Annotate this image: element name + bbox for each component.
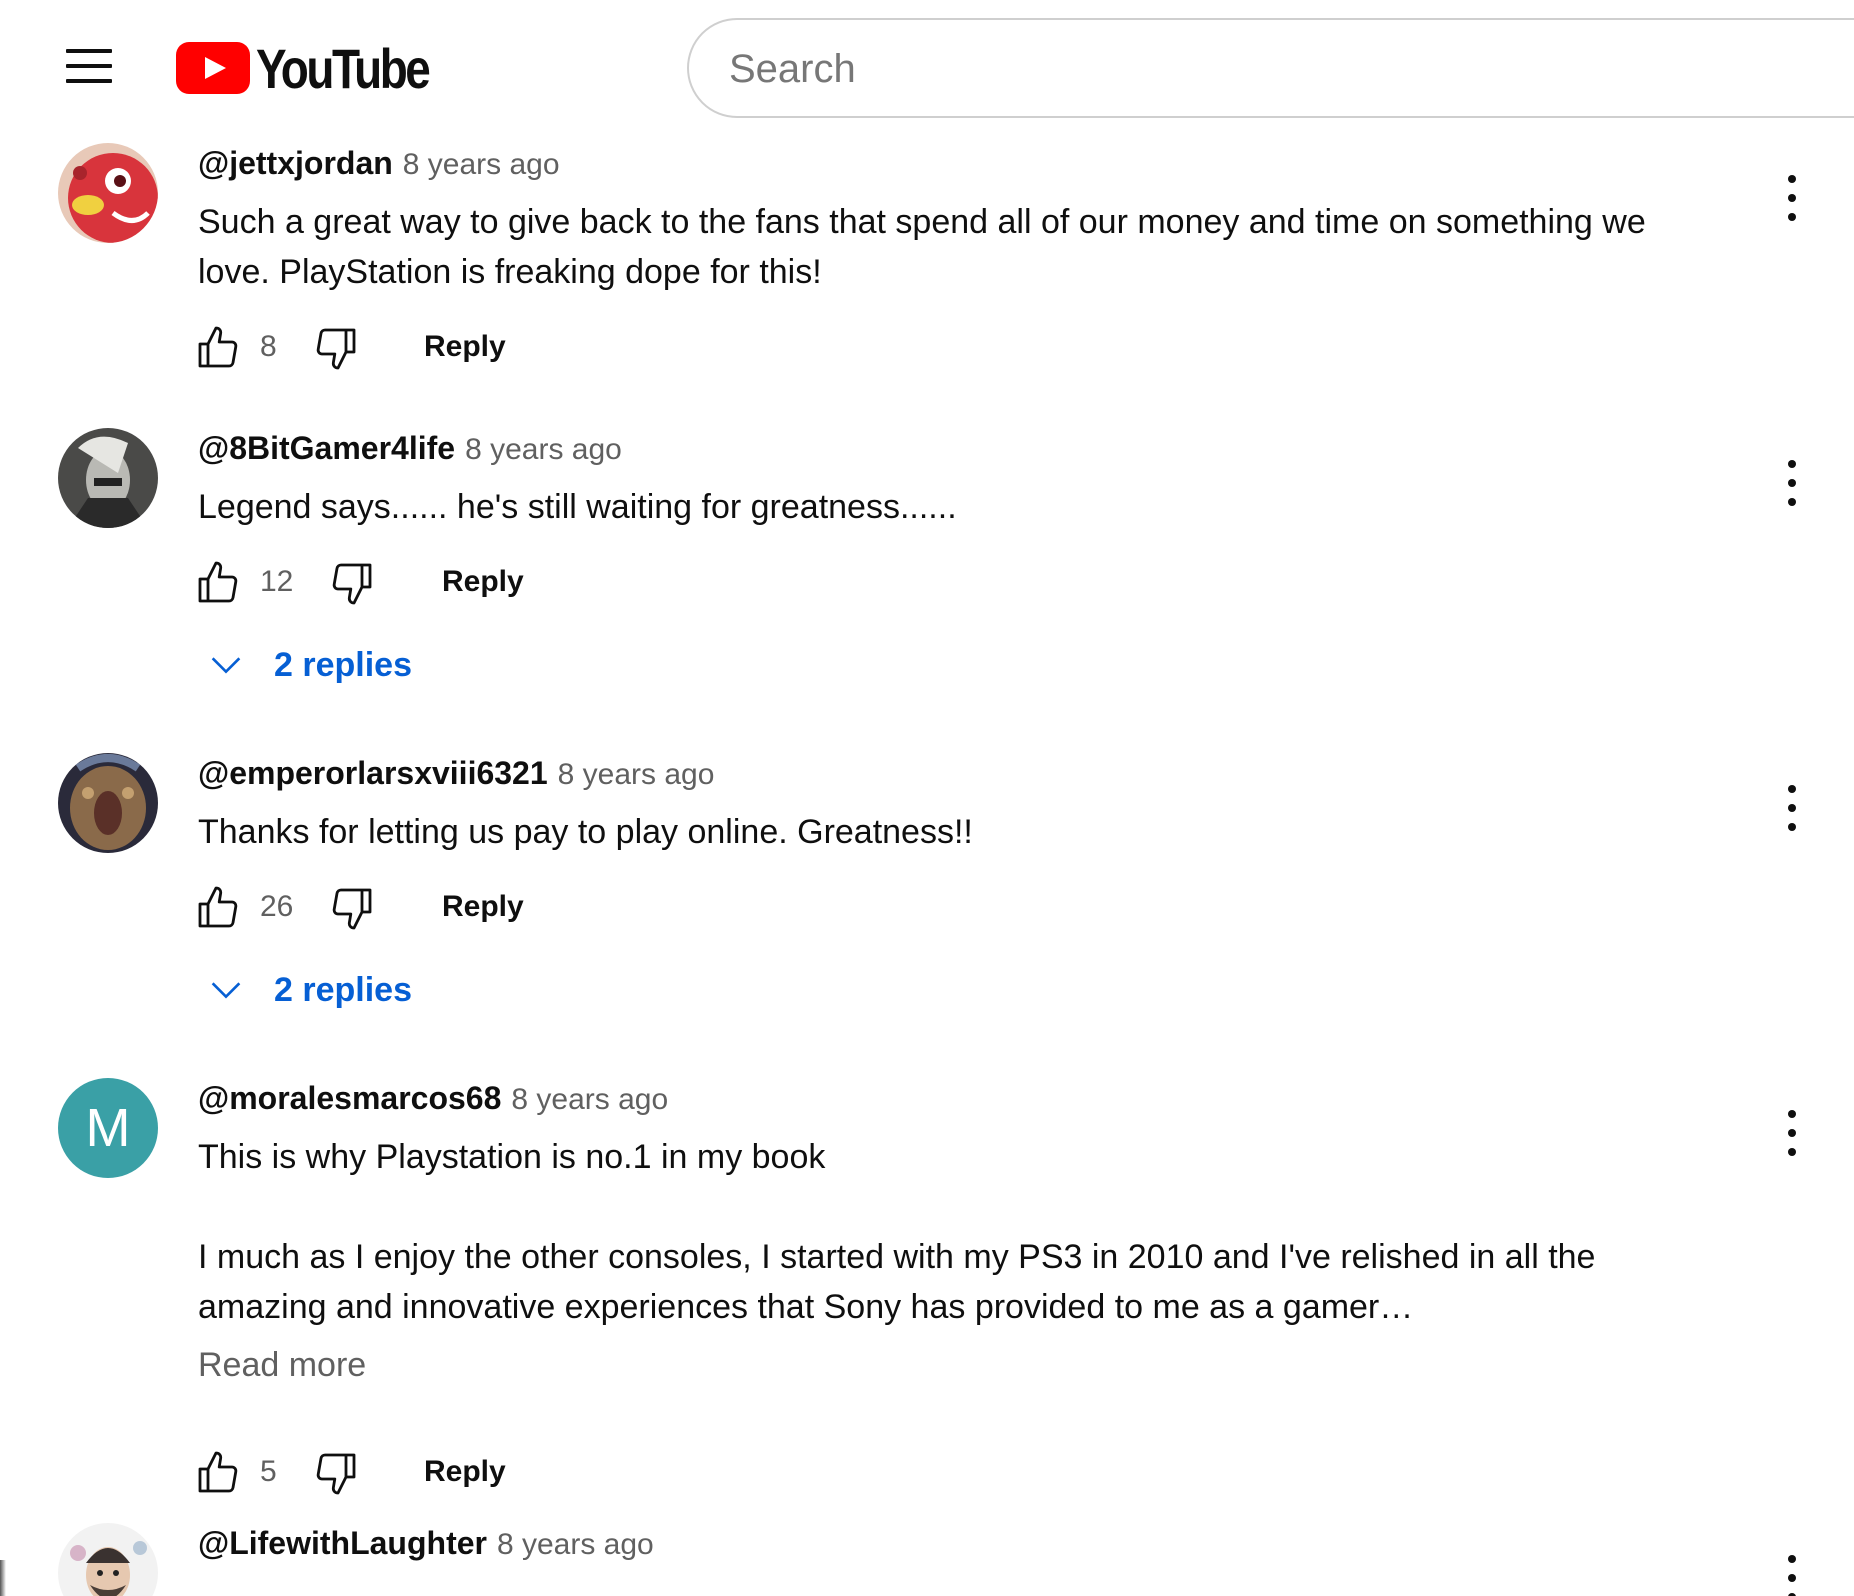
comment-action-menu-button[interactable] bbox=[1772, 171, 1812, 225]
comment-header: @8BitGamer4life 8 years ago bbox=[198, 430, 622, 474]
scroll-edge-shadow bbox=[0, 1560, 6, 1596]
comment-action-menu-button[interactable] bbox=[1772, 456, 1812, 510]
avatar[interactable] bbox=[58, 428, 158, 528]
view-replies-button[interactable]: 2 replies bbox=[206, 638, 412, 692]
thumbs-up-icon[interactable] bbox=[194, 1449, 242, 1497]
avatar[interactable] bbox=[58, 1523, 158, 1596]
replies-count-label: 2 replies bbox=[274, 970, 412, 1009]
thumbs-down-icon[interactable] bbox=[312, 324, 360, 372]
thumbs-down-icon[interactable] bbox=[312, 1449, 360, 1497]
comment-timestamp[interactable]: 8 years ago bbox=[497, 1528, 654, 1562]
search-box[interactable] bbox=[687, 18, 1854, 118]
kebab-dot bbox=[1788, 1129, 1796, 1137]
thumbs-down-icon[interactable] bbox=[328, 884, 376, 932]
comment-header: @jettxjordan 8 years ago bbox=[198, 145, 560, 189]
kebab-dot bbox=[1788, 194, 1796, 202]
comment-text-line: I much as I enjoy the other consoles, I … bbox=[198, 1238, 1596, 1276]
comment-text-line: Such a great way to give back to the fan… bbox=[198, 203, 1646, 241]
like-count: 8 bbox=[260, 330, 277, 363]
like-count: 5 bbox=[260, 1455, 277, 1488]
comment-author[interactable]: @8BitGamer4life bbox=[198, 430, 455, 467]
comment-timestamp[interactable]: 8 years ago bbox=[465, 433, 622, 467]
thumbs-up-icon[interactable] bbox=[194, 324, 242, 372]
kebab-dot bbox=[1788, 1148, 1796, 1156]
comment-text: Such a great way to give back to the fan… bbox=[198, 197, 1718, 297]
avatar[interactable] bbox=[58, 143, 158, 243]
youtube-logo[interactable]: YouTube bbox=[176, 36, 466, 100]
menu-icon-line bbox=[66, 64, 112, 68]
comment-timestamp[interactable]: 8 years ago bbox=[403, 148, 560, 182]
kebab-dot bbox=[1788, 460, 1796, 468]
read-more-button[interactable]: Read more bbox=[198, 1346, 366, 1385]
reply-button[interactable]: Reply bbox=[424, 1455, 506, 1489]
youtube-comments-page: YouTube @jettxjordan 8 years ago bbox=[0, 0, 1854, 1596]
comment-timestamp[interactable]: 8 years ago bbox=[511, 1083, 668, 1117]
like-count: 12 bbox=[260, 565, 294, 598]
comment-text-line bbox=[198, 1182, 1718, 1232]
like-count: 26 bbox=[260, 890, 294, 923]
menu-icon-line bbox=[66, 49, 112, 53]
search-input[interactable] bbox=[729, 42, 1829, 96]
kebab-dot bbox=[1788, 213, 1796, 221]
reply-button[interactable]: Reply bbox=[442, 890, 524, 924]
replies-count-label: 2 replies bbox=[274, 645, 412, 684]
comment-header: @emperorlarsxviii6321 8 years ago bbox=[198, 755, 714, 799]
comment-author[interactable]: @jettxjordan bbox=[198, 145, 393, 182]
kebab-dot bbox=[1788, 1110, 1796, 1118]
reply-button[interactable]: Reply bbox=[442, 565, 524, 599]
logo-text: YouTube bbox=[256, 36, 431, 100]
top-bar: YouTube bbox=[0, 0, 1854, 135]
kebab-dot bbox=[1788, 804, 1796, 812]
comment-action-menu-button[interactable] bbox=[1772, 781, 1812, 835]
comment-text-line: Legend says...... he's still waiting for… bbox=[198, 488, 957, 526]
chevron-down-icon bbox=[211, 657, 241, 674]
comment-action-menu-button[interactable] bbox=[1772, 1551, 1812, 1596]
kebab-dot bbox=[1788, 1555, 1796, 1563]
thumbs-up-icon[interactable] bbox=[194, 884, 242, 932]
avatar[interactable] bbox=[58, 753, 158, 853]
kebab-dot bbox=[1788, 785, 1796, 793]
comment-text: Thanks for letting us pay to play online… bbox=[198, 807, 1718, 857]
youtube-play-icon bbox=[176, 42, 250, 94]
kebab-dot bbox=[1788, 823, 1796, 831]
avatar[interactable]: M bbox=[58, 1078, 158, 1178]
comment-text-line: This is why Playstation is no.1 in my bo… bbox=[198, 1138, 826, 1176]
chevron-down-icon bbox=[211, 982, 241, 999]
kebab-dot bbox=[1788, 1574, 1796, 1582]
comment-author[interactable]: @LifewithLaughter bbox=[198, 1525, 487, 1562]
menu-button[interactable] bbox=[54, 36, 120, 96]
menu-icon-line bbox=[66, 79, 112, 83]
kebab-dot bbox=[1788, 479, 1796, 487]
comment-timestamp[interactable]: 8 years ago bbox=[558, 758, 715, 792]
reply-button[interactable]: Reply bbox=[424, 330, 506, 364]
comment-text-line: Thanks for letting us pay to play online… bbox=[198, 813, 973, 851]
comment-action-menu-button[interactable] bbox=[1772, 1106, 1812, 1160]
comment-text-line: love. PlayStation is freaking dope for t… bbox=[198, 253, 822, 291]
comment-text: Legend says...... he's still waiting for… bbox=[198, 482, 1718, 532]
kebab-dot bbox=[1788, 175, 1796, 183]
comment-author[interactable]: @moralesmarcos68 bbox=[198, 1080, 501, 1117]
view-replies-button[interactable]: 2 replies bbox=[206, 963, 412, 1017]
thumbs-down-icon[interactable] bbox=[328, 559, 376, 607]
comment-header: @LifewithLaughter 8 years ago bbox=[198, 1525, 654, 1569]
comment-text: This is why Playstation is no.1 in my bo… bbox=[198, 1132, 1718, 1332]
comment-author[interactable]: @emperorlarsxviii6321 bbox=[198, 755, 548, 792]
thumbs-up-icon[interactable] bbox=[194, 559, 242, 607]
kebab-dot bbox=[1788, 498, 1796, 506]
comment-text-line: amazing and innovative experiences that … bbox=[198, 1288, 1414, 1326]
comment-header: @moralesmarcos68 8 years ago bbox=[198, 1080, 668, 1124]
